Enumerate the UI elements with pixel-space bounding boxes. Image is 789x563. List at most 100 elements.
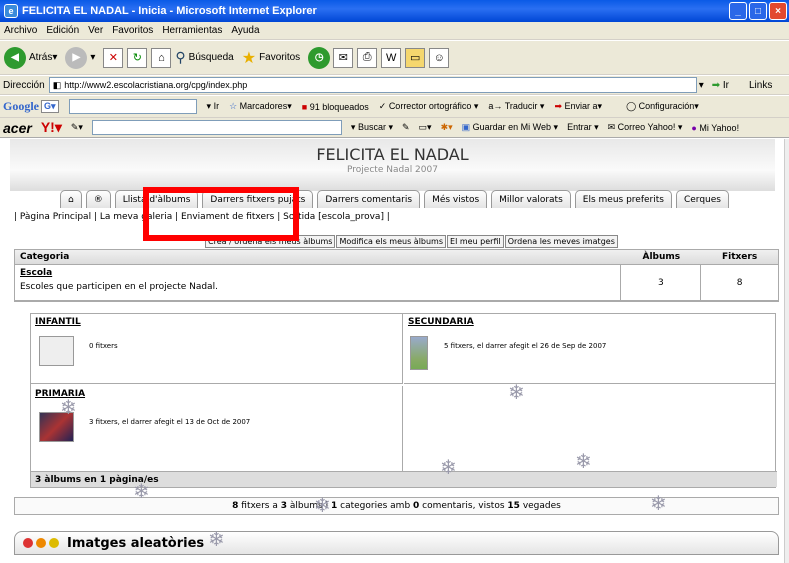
menu-ayuda[interactable]: Ayuda <box>231 25 259 36</box>
google-logo: Google <box>3 99 39 113</box>
mail-icon[interactable]: ✉ <box>333 47 354 68</box>
table-row: Escola Escoles que participen en el proj… <box>15 265 778 301</box>
search-button[interactable]: ⚲ Búsqueda <box>175 49 233 66</box>
tab-last-comments[interactable]: Darrers comentaris <box>317 190 421 208</box>
address-bar: Dirección ◧ http://www2.escolacristiana.o… <box>0 76 789 95</box>
home-icon[interactable]: ⌂ <box>151 47 172 68</box>
random-images-header: Imatges aleatòries <box>14 531 779 555</box>
refresh-icon[interactable]: ↻ <box>127 47 148 68</box>
close-button[interactable]: × <box>769 2 787 20</box>
tab-search[interactable]: Cerques <box>675 190 729 208</box>
yahoo-search-input[interactable] <box>91 120 342 135</box>
go-button[interactable]: ➡ Ir <box>712 80 729 91</box>
google-go-button[interactable]: ▾ Ir <box>207 101 220 112</box>
snowflake-icon: ❄ <box>650 491 667 515</box>
history-icon[interactable]: ◷ <box>308 46 331 69</box>
window-title: FELICITA EL NADAL - Inicia - Microsoft I… <box>22 5 317 17</box>
bookmarks-button[interactable]: ☆ Marcadores▾ <box>229 101 292 112</box>
site-subtitle: Projecte Nadal 2007 <box>347 165 438 175</box>
translate-button[interactable]: a→ Traducir ▾ <box>488 101 544 112</box>
highlight-icon[interactable]: ✎ <box>402 122 410 133</box>
address-input[interactable]: ◧ http://www2.escolacristiana.org/cpg/ind… <box>48 77 697 93</box>
menu-herramientas[interactable]: Herramientas <box>162 25 222 36</box>
menu-edicion[interactable]: Edición <box>46 25 79 36</box>
category-description: Escoles que participen en el projecte Na… <box>20 282 218 292</box>
yellow-dot-icon <box>49 538 59 548</box>
my-yahoo-button[interactable]: ● Mi Yahoo! <box>691 123 739 133</box>
settings-button[interactable]: ◯ Configuración▾ <box>626 101 699 112</box>
minimize-button[interactable]: _ <box>729 2 747 20</box>
album-thumbnail[interactable] <box>410 336 428 370</box>
address-label: Dirección <box>3 79 45 91</box>
menu-favoritos[interactable]: Favoritos <box>112 25 153 36</box>
favorites-button[interactable]: ★ Favoritos <box>242 48 300 68</box>
popup-icon: ■ <box>301 101 308 112</box>
snowflake-icon: ❄ <box>133 479 150 503</box>
album-thumbnail[interactable] <box>39 336 74 366</box>
col-albums: Àlbums <box>642 252 681 262</box>
maximize-button[interactable]: □ <box>749 2 767 20</box>
menu-archivo[interactable]: Archivo <box>4 25 37 36</box>
spellcheck-button[interactable]: ✓ Corrector ortográfico ▾ <box>379 101 479 112</box>
tab-most-viewed[interactable]: Més vistos <box>424 190 488 208</box>
magnifier-icon: ⚲ <box>175 49 186 65</box>
address-dropdown-icon[interactable]: ▾ <box>699 80 704 91</box>
links-label[interactable]: Links <box>749 80 772 91</box>
menu-ver[interactable]: Ver <box>88 25 103 36</box>
sort-images-button[interactable]: Ordena les meves imatges <box>504 235 618 248</box>
save-web-button[interactable]: ▣ Guardar en Mi Web ▾ <box>462 122 558 133</box>
acer-logo: acer <box>3 119 32 136</box>
forward-button[interactable]: ▶ ▾ <box>65 46 95 69</box>
album-desc: 5 fitxers, el darrer afegit el 26 de Sep… <box>444 342 607 350</box>
window-titlebar: e FELICITA EL NADAL - Inicia - Microsoft… <box>0 0 789 22</box>
category-table: Categoria Àlbums Fitxers Escola Escoles … <box>14 249 779 302</box>
back-button[interactable]: ◀ Atrás ▾ <box>4 46 57 69</box>
star-outline-icon: ☆ <box>229 101 238 111</box>
yahoo-circle-icon: ● <box>691 122 697 133</box>
print-icon[interactable]: ⎙ <box>357 47 378 68</box>
folder-icon[interactable]: ▭ <box>405 47 426 68</box>
albums-count: 3 <box>621 265 702 300</box>
modify-albums-button[interactable]: Modifica els meus àlbums <box>336 235 447 248</box>
yahoo-mail-button[interactable]: ✉ Correo Yahoo! ▾ <box>608 122 683 133</box>
stop-icon[interactable]: ✕ <box>103 47 124 68</box>
send-to-button[interactable]: ➡ Enviar a▾ <box>554 101 602 112</box>
forward-arrow-icon: ▶ <box>65 46 88 69</box>
main-tabs: ⌂ ® Llista d'àlbums Darrers fitxers puja… <box>10 190 775 210</box>
edit-icon[interactable]: W <box>381 47 402 68</box>
messenger-icon[interactable]: ☺ <box>429 47 450 68</box>
tab-about[interactable]: ® <box>85 190 111 208</box>
site-title: FELICITA EL NADAL <box>316 145 469 164</box>
dropdown-icon: ▾ <box>206 101 212 111</box>
enter-button[interactable]: Entrar ▾ <box>567 122 599 133</box>
google-menu-icon[interactable]: G▾ <box>41 100 59 113</box>
album-secundaria: SECUNDARIA 5 fitxers, el darrer afegit e… <box>404 314 776 384</box>
album-desc: 0 fitxers <box>89 342 118 350</box>
random-images-title: Imatges aleatòries <box>67 535 205 551</box>
my-profile-button[interactable]: El meu perfil <box>447 235 504 248</box>
files-count: 8 <box>736 277 743 288</box>
home-icon: ⌂ <box>68 194 74 205</box>
album-infantil: INFANTIL 0 fitxers <box>31 314 403 384</box>
pencil-icon[interactable]: ✎▾ <box>71 122 83 133</box>
google-toolbar: Google G▾ ▾ Ir ☆ Marcadores▾ ■ 91 bloque… <box>0 96 789 118</box>
popup-blocker[interactable]: ■ 91 bloqueados <box>302 102 369 112</box>
go-arrow-icon: ➡ <box>711 79 721 91</box>
tab-favorites[interactable]: Els meus preferits <box>574 190 672 208</box>
album-title[interactable]: SECUNDARIA <box>408 317 474 327</box>
window-icon[interactable]: ▭▾ <box>419 122 432 133</box>
tab-home[interactable]: ⌂ <box>60 190 82 208</box>
category-link[interactable]: Escola <box>20 268 615 278</box>
table-header: Categoria Àlbums Fitxers <box>15 250 778 265</box>
google-search-input[interactable] <box>68 99 197 114</box>
orange-dot-icon <box>36 538 46 548</box>
yahoo-logo-icon[interactable]: Y!▾ <box>41 119 62 136</box>
yahoo-search-button[interactable]: ▾ Buscar ▾ <box>351 122 393 133</box>
web-page: FELICITA EL NADAL Projecte Nadal 2007 ⌂ … <box>0 139 784 563</box>
page-scrollbar[interactable] <box>784 139 789 563</box>
col-files: Fitxers <box>721 252 758 262</box>
save-icon: ▣ <box>461 122 471 132</box>
tab-top-rated[interactable]: Millor valorats <box>491 190 571 208</box>
pinwheel-icon[interactable]: ✱▾ <box>441 122 453 133</box>
album-title[interactable]: INFANTIL <box>35 317 81 327</box>
